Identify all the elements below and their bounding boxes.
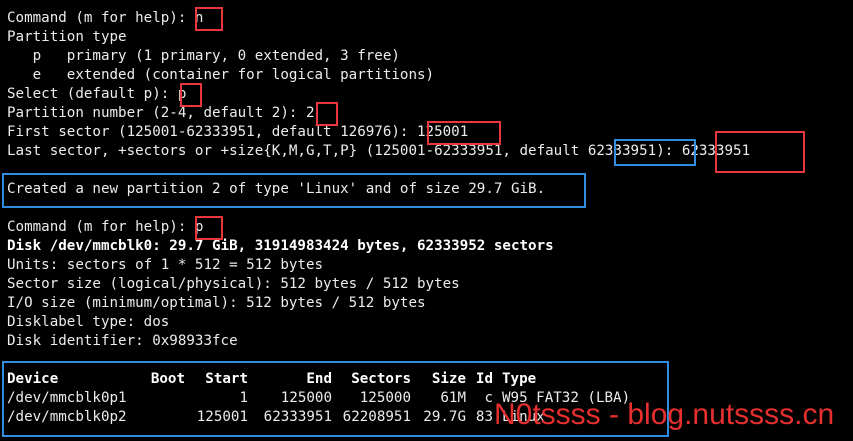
highlight-select-p (180, 83, 202, 107)
highlight-default-last (614, 139, 696, 166)
units-line: Units: sectors of 1 * 512 = 512 bytes (7, 257, 324, 273)
highlight-created-message (2, 173, 586, 208)
option-primary: p primary (1 primary, 0 extended, 3 free… (7, 48, 400, 64)
sector-size-line: Sector size (logical/physical): 512 byte… (7, 276, 460, 292)
partition-type-label: Partition type (7, 29, 127, 45)
highlight-input-p (195, 216, 223, 240)
identifier-line: Disk identifier: 0x98933fce (7, 333, 238, 349)
partition-number-line: Partition number (2-4, default 2): 2 (7, 104, 315, 123)
command-prompt-line: Command (m for help): n (7, 9, 203, 28)
option-extended: e extended (container for logical partit… (7, 67, 435, 83)
prompt-text: Command (m for help): (7, 10, 195, 26)
prompt-text-2: Command (m for help): (7, 219, 195, 235)
highlight-first-sector (427, 121, 501, 145)
first-prompt: First sector (125001-62333951, default 1… (7, 124, 417, 140)
watermark: N0tssss - blog.nutssss.cn (494, 398, 835, 431)
highlight-input-n (195, 7, 223, 31)
number-input: 2 (305, 105, 315, 121)
highlight-last-sector (715, 131, 805, 173)
highlight-number-2 (316, 102, 338, 126)
select-prompt-line: Select (default p): p (7, 85, 186, 104)
disk-header: Disk /dev/mmcblk0: 29.7 GiB, 31914983424… (7, 238, 554, 254)
io-size-line: I/O size (minimum/optimal): 512 bytes / … (7, 295, 426, 311)
first-sector-line: First sector (125001-62333951, default 1… (7, 123, 468, 142)
disklabel-line: Disklabel type: dos (7, 314, 170, 330)
command-prompt-line-2: Command (m for help): p (7, 218, 203, 237)
select-prompt: Select (default p): (7, 86, 178, 102)
number-prompt: Partition number (2-4, default 2): (7, 105, 306, 121)
last-prompt: Last sector, +sectors or +size{K,M,G,T,P… (7, 143, 588, 159)
